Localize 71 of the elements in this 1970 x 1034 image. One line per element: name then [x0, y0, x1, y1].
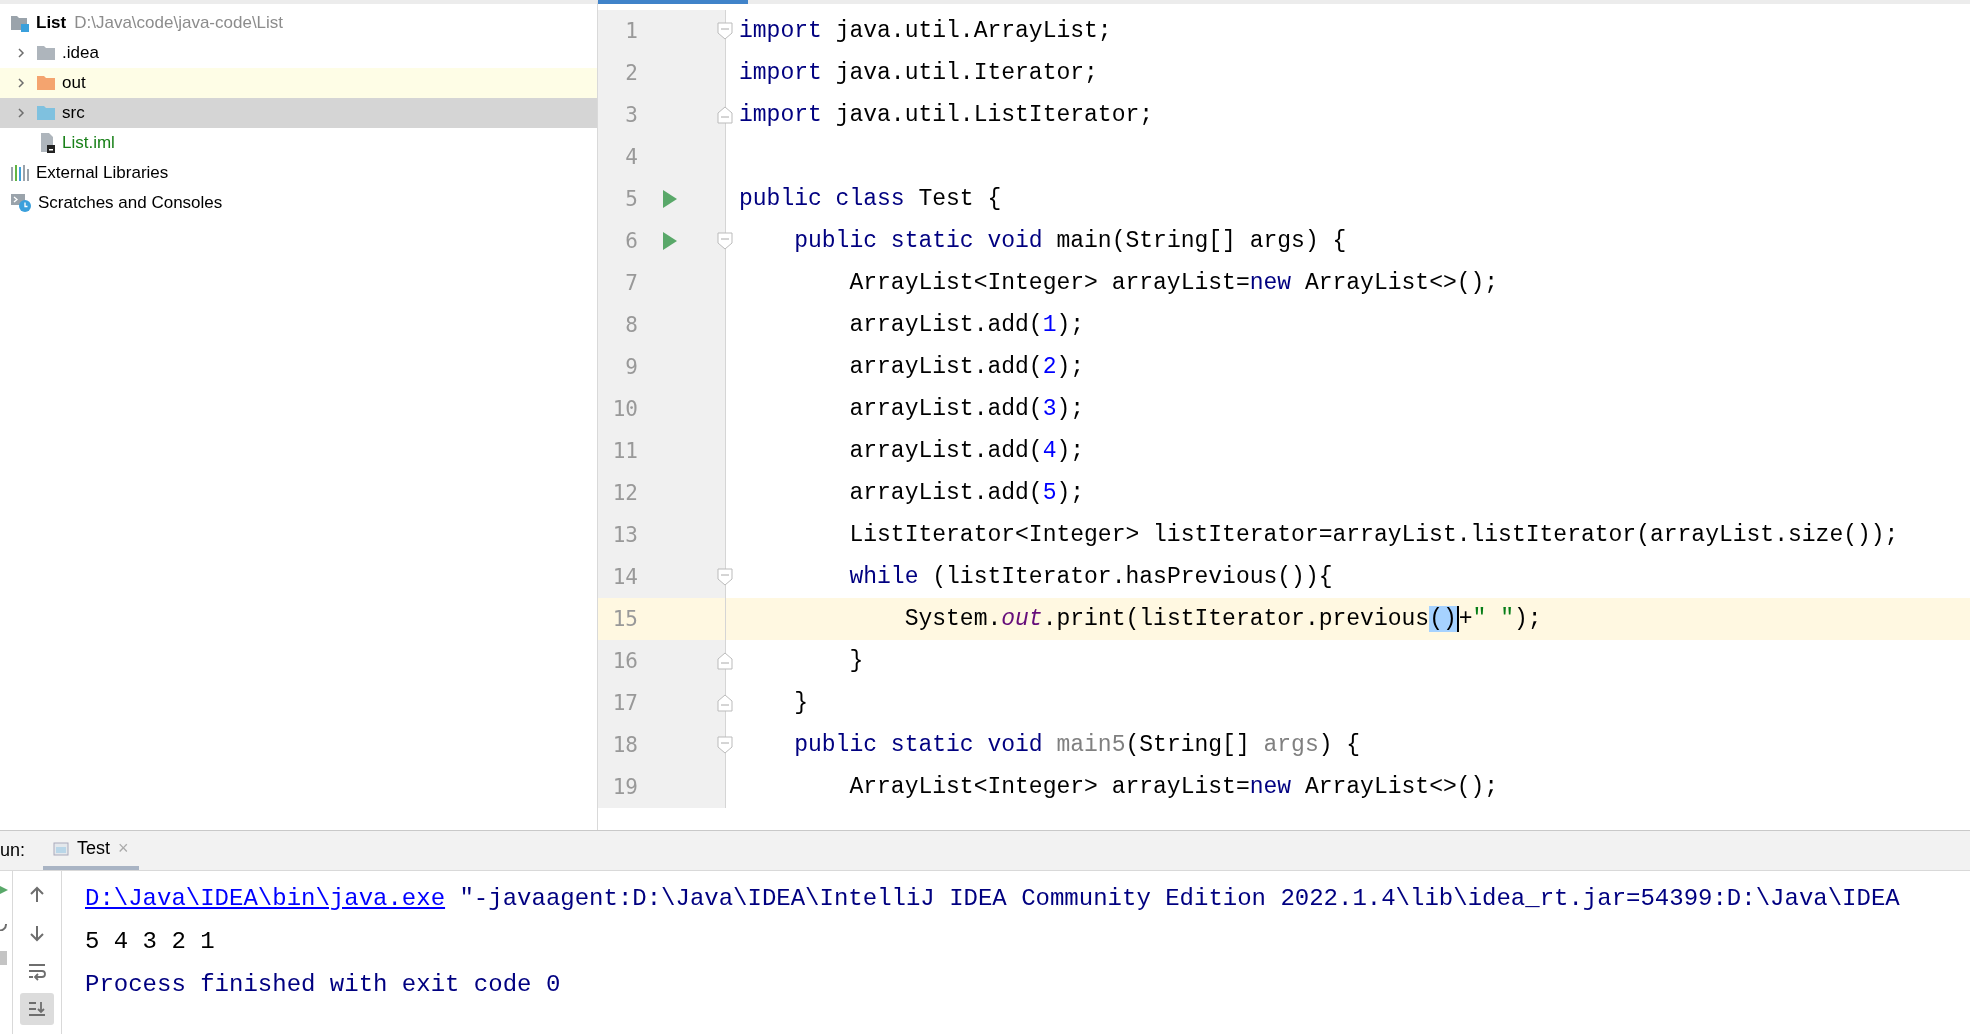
line-number: 1: [624, 19, 638, 43]
line-number: 13: [611, 523, 638, 547]
fold-marker-icon[interactable]: [716, 652, 734, 670]
project-path: D:\Java\code\java-code\List: [74, 13, 284, 33]
fold-marker-icon[interactable]: [716, 232, 734, 250]
console-line: 5 4 3 2 1: [85, 927, 216, 957]
line-number: 19: [611, 775, 638, 799]
line-number: 9: [624, 355, 638, 379]
code-line: arrayList.add(1);: [848, 312, 1085, 338]
fold-marker-icon[interactable]: [716, 22, 734, 40]
tree-item-label[interactable]: Scratches and Consoles: [38, 193, 223, 213]
line-number: 15: [611, 607, 638, 631]
code-line: arrayList.add(2);: [848, 354, 1085, 380]
line-number: 18: [611, 733, 638, 757]
line-number: 14: [611, 565, 638, 589]
fold-marker-icon[interactable]: [716, 568, 734, 586]
run-tab[interactable]: Test ×: [43, 831, 139, 870]
code-line: }: [848, 648, 864, 674]
run-icon[interactable]: [662, 189, 678, 209]
stop-icon[interactable]: [0, 951, 8, 965]
fold-marker-icon[interactable]: [716, 694, 734, 712]
tree-item-label[interactable]: External Libraries: [36, 163, 169, 183]
chevron-icon[interactable]: [15, 107, 27, 119]
line-number: 11: [611, 439, 638, 463]
console-link[interactable]: D:\Java\IDEA\bin\java.exe: [85, 885, 446, 912]
tree-item-label[interactable]: List.iml: [62, 133, 115, 153]
scratches-icon: [10, 193, 32, 213]
code-line: public static void main5(String[] args) {: [793, 732, 1361, 758]
line-number: 2: [624, 61, 638, 85]
line-number: 16: [611, 649, 638, 673]
code-line: while (listIterator.hasPrevious()){: [848, 564, 1333, 590]
chevron-icon[interactable]: [15, 47, 27, 59]
line-number: 10: [611, 397, 638, 421]
scroll-to-end-icon[interactable]: [20, 993, 54, 1025]
console-line: Process finished with exit code 0: [85, 970, 562, 1000]
console-line: D:\Java\IDEA\bin\java.exe "-javaagent:D:\Java\IDEA\IntelliJ IDEA Community Edition 2022.1.4\lib\idea_rt.jar=54399:D:\Java\IDEA: [85, 884, 1900, 914]
code-line: }: [793, 690, 808, 716]
line-number: 17: [611, 691, 638, 715]
line-number: 5: [624, 187, 638, 211]
line-number: 7: [624, 271, 638, 295]
run-icon[interactable]: [662, 231, 678, 251]
line-number: 4: [624, 145, 638, 169]
file-icon: [38, 132, 56, 154]
code-line: ArrayList<Integer> arrayList=new ArrayList<>();: [848, 774, 1499, 800]
tree-item-label[interactable]: List: [36, 13, 67, 33]
tree-item-label[interactable]: src: [62, 103, 85, 123]
fold-marker-icon[interactable]: [716, 106, 734, 124]
line-number: 12: [611, 481, 638, 505]
code-line: public static void main(String[] args) {: [793, 228, 1347, 254]
tree-item-label[interactable]: out: [62, 73, 86, 93]
code-line: arrayList.add(3);: [848, 396, 1085, 422]
code-line: import java.util.ArrayList;: [738, 18, 1112, 44]
fold-marker-icon[interactable]: [716, 736, 734, 754]
code-line: import java.util.ListIterator;: [738, 102, 1154, 128]
line-number: 3: [624, 103, 638, 127]
line-number: 8: [624, 313, 638, 337]
code-line: public class Test {: [738, 186, 1002, 212]
code-line: ArrayList<Integer> arrayList=new ArrayList<>();: [848, 270, 1499, 296]
line-number: 6: [624, 229, 638, 253]
chevron-icon[interactable]: [15, 77, 27, 89]
code-line: import java.util.Iterator;: [738, 60, 1098, 86]
code-line: System.out.print(listIterator.previous()+" ");: [903, 606, 1542, 632]
code-line: arrayList.add(4);: [848, 438, 1085, 464]
run-icon[interactable]: [0, 883, 8, 897]
tree-item-label[interactable]: .idea: [62, 43, 99, 63]
project-folder-icon: [10, 14, 30, 32]
code-line: arrayList.add(5);: [848, 480, 1085, 506]
code-line: ListIterator<Integer> listIterator=arrayList.listIterator(arrayList.size());: [848, 522, 1899, 548]
console-window-icon: [53, 841, 70, 856]
libraries-icon: [10, 164, 30, 182]
run-label: un:: [0, 840, 26, 861]
